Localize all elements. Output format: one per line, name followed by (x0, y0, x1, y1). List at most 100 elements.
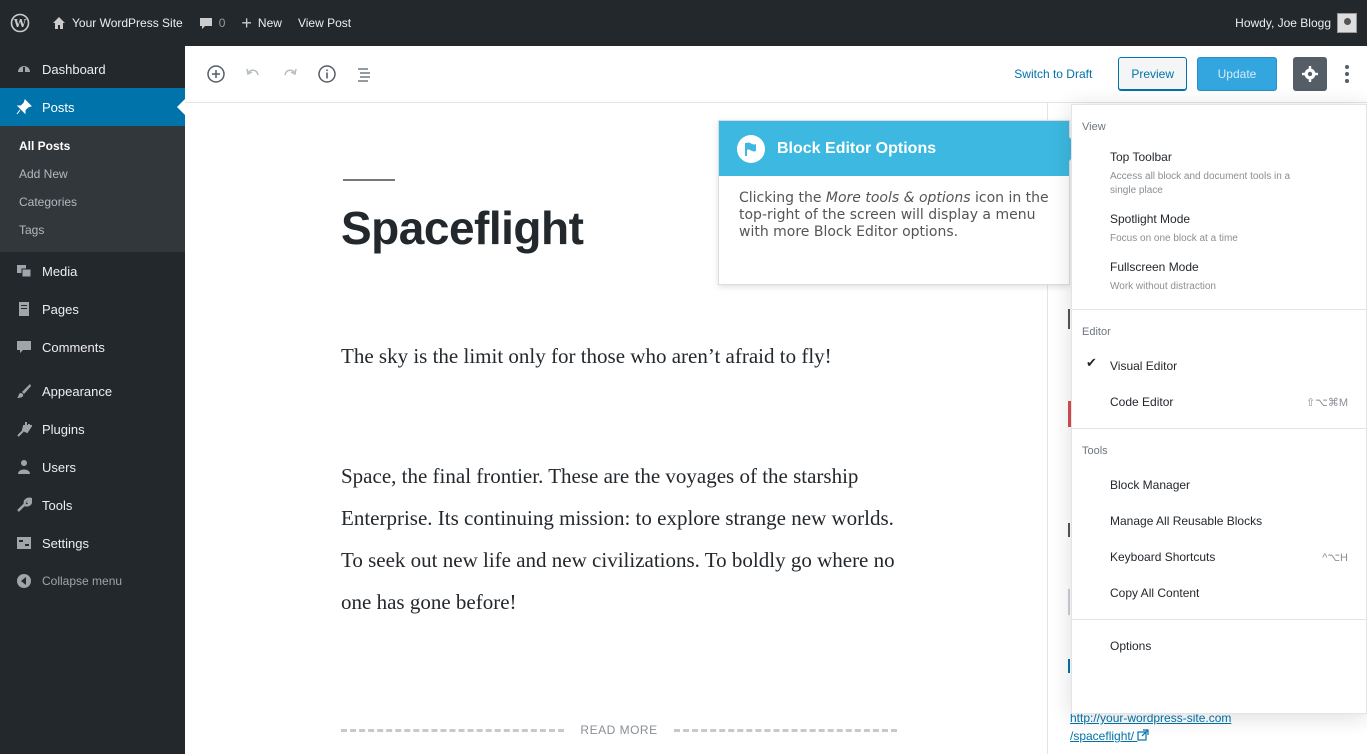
preview-button[interactable]: Preview (1118, 57, 1187, 91)
sidebar-item-media[interactable]: Media (0, 252, 185, 290)
sidebar-item-label: Appearance (42, 383, 113, 399)
sidebar-fragment (1068, 523, 1070, 537)
dashed-divider (341, 728, 565, 732)
submenu-categories[interactable]: Categories (0, 188, 185, 216)
header-toolbar (185, 58, 380, 90)
menu-group-tools: Tools Block Manager Manage All Reusable … (1072, 429, 1366, 620)
sidebar-item-label: Plugins (42, 421, 85, 437)
account-menu[interactable]: Howdy, Joe Blogg (1235, 13, 1357, 33)
menu-item-fullscreen-mode[interactable]: Fullscreen Mode Work without distraction (1072, 253, 1366, 301)
menu-item-label: Visual Editor (1110, 359, 1178, 373)
keyboard-shortcut: ⇧⌥⌘M (1305, 397, 1348, 409)
sidebar-item-label: Comments (42, 339, 105, 355)
brush-icon (14, 381, 34, 401)
submenu-all-posts[interactable]: All Posts (0, 132, 185, 160)
more-vertical-icon (1345, 65, 1349, 83)
add-block-icon[interactable] (200, 58, 232, 90)
sidebar-item-appearance[interactable]: Appearance (0, 372, 185, 410)
menu-item-spotlight-mode[interactable]: Spotlight Mode Focus on one block at a t… (1072, 205, 1366, 253)
svg-text:W: W (13, 17, 27, 30)
menu-item-label: Block Manager (1110, 478, 1191, 492)
menu-item-label: Spotlight Mode (1110, 212, 1191, 226)
sidebar-item-settings[interactable]: Settings (0, 524, 185, 562)
checkmark-icon: ✔ (1086, 355, 1097, 370)
menu-item-top-toolbar[interactable]: Top Toolbar Access all block and documen… (1072, 143, 1366, 205)
menu-group-label: Tools (1082, 445, 1108, 457)
permalink-link[interactable]: http://your-wordpress-site.com /spacefli… (1070, 709, 1231, 745)
info-icon[interactable] (311, 58, 343, 90)
sidebar-item-label: Posts (42, 99, 75, 115)
site-name-link[interactable]: Your WordPress Site (52, 16, 183, 30)
sidebar-item-label: Collapse menu (42, 574, 123, 588)
sidebar-item-comments[interactable]: Comments (0, 328, 185, 366)
dashboard-icon (14, 59, 34, 79)
sidebar-fragment (1068, 659, 1070, 673)
submenu-add-new[interactable]: Add New (0, 160, 185, 188)
gear-icon (1302, 66, 1318, 82)
collapse-icon (14, 571, 34, 591)
sidebar-item-dashboard[interactable]: Dashboard (0, 50, 185, 88)
plus-icon: + (241, 12, 252, 33)
media-icon (14, 261, 34, 281)
sidebar-item-plugins[interactable]: Plugins (0, 410, 185, 448)
post-title[interactable]: Spaceflight (341, 201, 584, 255)
read-more-block[interactable]: READ MORE (341, 723, 897, 737)
sidebar-item-label: Tools (42, 497, 73, 513)
comment-icon (199, 18, 212, 29)
new-label: New (257, 16, 282, 30)
sidebar-item-label: Pages (42, 301, 79, 317)
view-post-link[interactable]: View Post (298, 16, 351, 30)
menu-item-copy-all-content[interactable]: Copy All Content (1072, 575, 1366, 611)
menu-group-label: View (1082, 121, 1106, 133)
pages-icon (14, 299, 34, 319)
comments-count: 0 (218, 16, 226, 30)
menu-group-view: View Top Toolbar Access all block and do… (1072, 105, 1366, 310)
settings-icon (14, 533, 34, 553)
submenu-tags[interactable]: Tags (0, 216, 185, 244)
menu-item-description: Focus on one block at a time (1110, 233, 1238, 244)
sidebar-item-label: Settings (42, 535, 89, 551)
collapse-menu-button[interactable]: Collapse menu (0, 562, 185, 600)
menu-item-label: Manage All Reusable Blocks (1110, 514, 1263, 528)
new-content-link[interactable]: + New (241, 13, 282, 34)
menu-item-keyboard-shortcuts[interactable]: Keyboard Shortcuts ^⌥H (1072, 539, 1366, 575)
site-name: Your WordPress Site (72, 16, 183, 30)
menu-item-code-editor[interactable]: Code Editor ⇧⌥⌘M (1072, 384, 1366, 420)
sidebar-fragment (1068, 589, 1070, 615)
menu-item-block-manager[interactable]: Block Manager (1072, 467, 1366, 503)
sidebar-item-tools[interactable]: Tools (0, 486, 185, 524)
menu-item-manage-reusable-blocks[interactable]: Manage All Reusable Blocks (1072, 503, 1366, 539)
dashed-divider (673, 728, 897, 732)
more-tools-options-button[interactable] (1337, 57, 1357, 91)
paragraph-block[interactable]: The sky is the limit only for those who … (341, 335, 901, 377)
permalink-line2: /spaceflight/ (1070, 729, 1135, 743)
tip-text: Clicking the (739, 190, 826, 206)
tip-body: Clicking the More tools & options icon i… (719, 176, 1069, 241)
menu-item-options[interactable]: Options (1072, 628, 1366, 664)
menu-item-visual-editor[interactable]: ✔ Visual Editor (1072, 348, 1366, 384)
home-icon (53, 17, 65, 29)
sidebar-fragment (1068, 309, 1070, 329)
tip-header: Block Editor Options (719, 121, 1081, 176)
wordpress-logo-icon[interactable]: W (10, 13, 36, 33)
undo-icon[interactable] (237, 58, 269, 90)
update-button[interactable]: Update (1197, 57, 1277, 91)
menu-group-editor: Editor ✔ Visual Editor Code Editor ⇧⌥⌘M (1072, 310, 1366, 429)
block-navigation-icon[interactable] (348, 58, 380, 90)
sidebar-item-pages[interactable]: Pages (0, 290, 185, 328)
menu-item-label: Copy All Content (1110, 586, 1200, 600)
redo-icon[interactable] (274, 58, 306, 90)
admin-bar: W Your WordPress Site 0 + New View Post … (0, 0, 1367, 46)
sidebar-item-users[interactable]: Users (0, 448, 185, 486)
editor-header: Switch to Draft Preview Update (185, 46, 1367, 103)
switch-to-draft-button[interactable]: Switch to Draft (1014, 67, 1092, 81)
external-link-icon (1137, 729, 1149, 741)
settings-gear-button[interactable] (1293, 57, 1327, 91)
comments-link[interactable]: 0 (199, 16, 226, 30)
menu-group-options: Options (1072, 620, 1366, 672)
more-tools-options-menu: View Top Toolbar Access all block and do… (1071, 104, 1367, 714)
paragraph-block[interactable]: Space, the final frontier. These are the… (341, 455, 901, 623)
tip-title: Block Editor Options (777, 139, 937, 157)
sidebar-item-posts[interactable]: Posts (0, 88, 185, 126)
separator (343, 179, 395, 181)
